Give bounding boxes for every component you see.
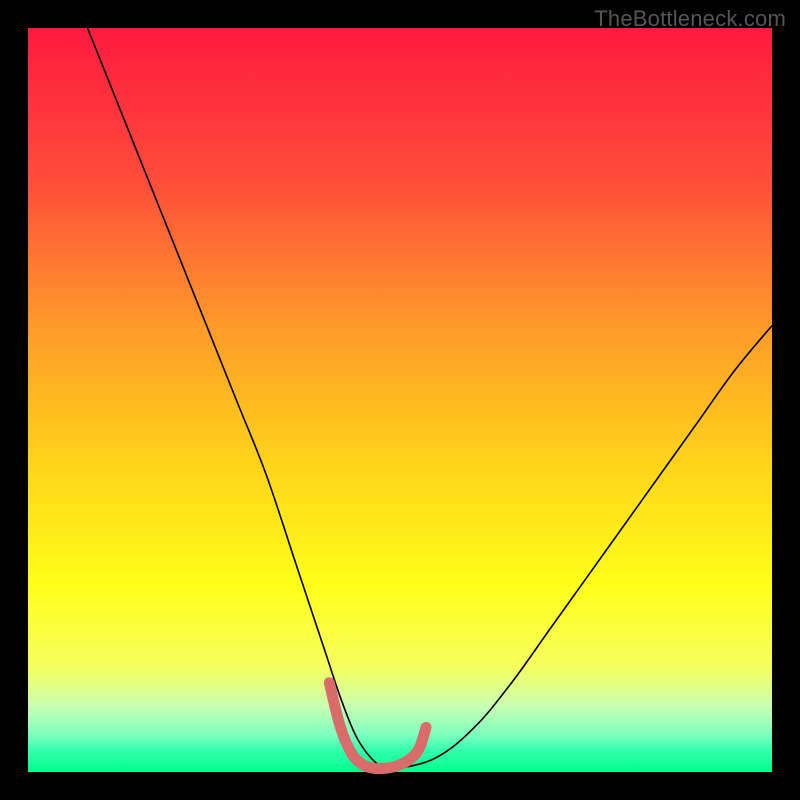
bottleneck-chart: TheBottleneck.com <box>0 0 800 800</box>
plot-area <box>28 28 772 772</box>
watermark-text: TheBottleneck.com <box>594 6 786 32</box>
chart-canvas <box>0 0 800 800</box>
